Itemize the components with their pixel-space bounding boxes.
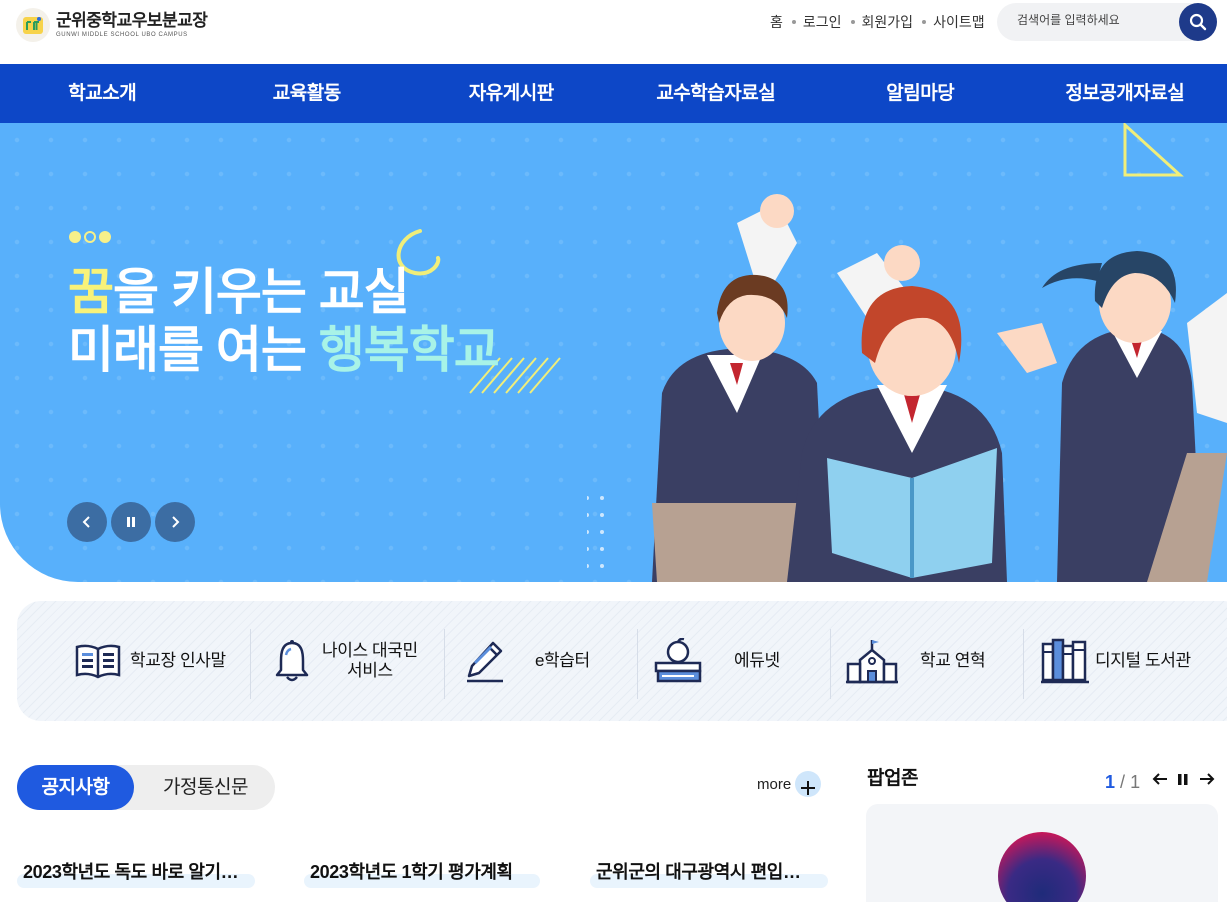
util-separator bbox=[850, 20, 855, 24]
headline-line1: 을 키우는 교실 bbox=[113, 264, 410, 320]
search-input[interactable] bbox=[1017, 13, 1177, 27]
quick-link-label: 학교장 인사말 bbox=[130, 651, 226, 670]
slide-prev-button[interactable] bbox=[67, 502, 107, 542]
pause-icon bbox=[127, 517, 135, 527]
headline-highlight-yellow: 꿈 bbox=[68, 264, 114, 320]
tab-notices[interactable]: 공지사항 bbox=[17, 765, 134, 810]
quick-link-e-hakseupteo[interactable]: e학습터 bbox=[465, 601, 590, 721]
slide-pause-button[interactable] bbox=[111, 502, 151, 542]
pencil-icon bbox=[467, 641, 503, 683]
slide-dot[interactable] bbox=[99, 231, 111, 243]
hero-banner: 꿈을 키우는 교실 미래를 여는 행복학교 bbox=[0, 123, 1227, 582]
slide-dot-active[interactable] bbox=[84, 231, 96, 243]
notice-item[interactable]: 2023학년도 1학기 평가계획 bbox=[304, 858, 544, 888]
chevron-left-icon bbox=[82, 516, 90, 528]
search-box bbox=[997, 3, 1217, 41]
nav-item-free-board[interactable]: 자유게시판 bbox=[409, 64, 614, 123]
notice-item[interactable]: 2023학년도 독도 바로 알기… bbox=[17, 858, 257, 888]
nav-item-info-disclosure[interactable]: 정보공개자료실 bbox=[1023, 64, 1227, 123]
more-label: more bbox=[757, 775, 792, 793]
site-header: 군위중학교우보분교장 GUNWI MIDDLE SCHOOL UBO CAMPU… bbox=[0, 0, 1227, 64]
quick-link-principal-greeting[interactable]: 학교장 인사말 bbox=[74, 601, 226, 721]
school-building-icon bbox=[846, 640, 898, 684]
util-separator bbox=[791, 20, 796, 24]
pause-icon bbox=[1178, 774, 1188, 785]
quick-link-label: e학습터 bbox=[535, 651, 590, 670]
utility-menu: 홈 로그인 회원가입 사이트맵 bbox=[770, 12, 985, 32]
notice-title: 군위군의 대구광역시 편입… bbox=[596, 862, 801, 882]
arrow-right-icon bbox=[1200, 773, 1215, 785]
quick-link-divider bbox=[250, 629, 251, 699]
nav-item-education[interactable]: 교육활동 bbox=[205, 64, 410, 123]
quick-link-label: 학교 연혁 bbox=[920, 651, 986, 670]
bookshelf-icon bbox=[1041, 638, 1089, 684]
daegu-education-emblem bbox=[998, 832, 1086, 902]
slide-dot[interactable] bbox=[69, 231, 81, 243]
popup-total-pages: 1 bbox=[1130, 772, 1141, 792]
slide-indicator bbox=[69, 231, 114, 243]
book-icon bbox=[75, 644, 121, 679]
notice-title: 2023학년도 독도 바로 알기… bbox=[23, 862, 239, 882]
popup-pause-button[interactable] bbox=[1177, 771, 1189, 792]
quick-link-digital-library[interactable]: 디지털 도서관 bbox=[1041, 601, 1191, 721]
apple-books-icon bbox=[654, 638, 702, 683]
chevron-right-icon bbox=[172, 516, 180, 528]
nav-item-teaching-materials[interactable]: 교수학습자료실 bbox=[614, 64, 819, 123]
util-link-login[interactable]: 로그인 bbox=[803, 12, 842, 32]
util-link-sitemap[interactable]: 사이트맵 bbox=[933, 12, 985, 32]
school-emblem-icon bbox=[16, 8, 50, 42]
tab-family-newsletter[interactable]: 가정통신문 bbox=[144, 765, 267, 810]
quick-links-bar: 학교장 인사말 나이스 대국민 서비스 e학습터 에듀넷 학교 연혁 디지털 도… bbox=[17, 601, 1227, 721]
slide-next-button[interactable] bbox=[155, 502, 195, 542]
search-button[interactable] bbox=[1179, 3, 1217, 41]
arrow-left-icon bbox=[1152, 773, 1167, 785]
nav-item-notices[interactable]: 알림마당 bbox=[818, 64, 1023, 123]
util-link-signup[interactable]: 회원가입 bbox=[862, 12, 914, 32]
popup-banner[interactable] bbox=[866, 804, 1218, 902]
popup-prev-button[interactable] bbox=[1152, 771, 1168, 792]
quick-link-divider bbox=[444, 629, 445, 699]
notice-item[interactable]: 군위군의 대구광역시 편입… bbox=[590, 858, 830, 888]
quick-link-label: 나이스 대국민 서비스 bbox=[322, 641, 418, 681]
notice-title: 2023학년도 1학기 평가계획 bbox=[310, 862, 513, 882]
site-logo[interactable]: 군위중학교우보분교장 GUNWI MIDDLE SCHOOL UBO CAMPU… bbox=[16, 8, 208, 42]
main-navigation: 학교소개 교육활동 자유게시판 교수학습자료실 알림마당 정보공개자료실 bbox=[0, 64, 1227, 123]
quick-link-label: 디지털 도서관 bbox=[1095, 651, 1191, 670]
quick-link-divider bbox=[1023, 629, 1024, 699]
popup-current-page: 1 bbox=[1105, 772, 1116, 792]
quick-link-label-line: 서비스 bbox=[347, 661, 393, 680]
popup-zone-pagination: 1 / 1 bbox=[1105, 772, 1140, 793]
search-icon bbox=[1189, 13, 1207, 31]
quick-link-edunet[interactable]: 에듀넷 bbox=[654, 601, 780, 721]
site-subtitle: GUNWI MIDDLE SCHOOL UBO CAMPUS bbox=[56, 32, 188, 38]
popup-next-button[interactable] bbox=[1199, 771, 1215, 792]
more-button[interactable]: more bbox=[757, 771, 822, 797]
quick-link-divider bbox=[637, 629, 638, 699]
quick-link-neis-service[interactable]: 나이스 대국민 서비스 bbox=[274, 601, 418, 721]
popup-page-separator: / bbox=[1120, 772, 1126, 792]
quick-link-divider bbox=[830, 629, 831, 699]
plus-icon bbox=[795, 771, 822, 797]
quick-link-label: 에듀넷 bbox=[734, 651, 780, 670]
nav-item-school-intro[interactable]: 학교소개 bbox=[0, 64, 205, 123]
util-separator bbox=[922, 20, 927, 24]
bell-icon bbox=[275, 640, 309, 682]
notice-tabs: 공지사항 가정통신문 bbox=[17, 765, 275, 810]
popup-zone-title: 팝업존 bbox=[867, 768, 918, 789]
students-illustration bbox=[587, 194, 1227, 582]
quick-link-school-history[interactable]: 학교 연혁 bbox=[846, 601, 986, 721]
site-title: 군위중학교우보분교장 bbox=[56, 11, 208, 30]
quick-link-label-line: 나이스 대국민 bbox=[322, 641, 418, 660]
hero-headline: 꿈을 키우는 교실 미래를 여는 행복학교 bbox=[68, 263, 500, 379]
headline-line2: 미래를 여는 bbox=[68, 322, 319, 378]
util-link-home[interactable]: 홈 bbox=[770, 12, 783, 32]
headline-highlight-mint: 행복학교 bbox=[318, 322, 500, 378]
